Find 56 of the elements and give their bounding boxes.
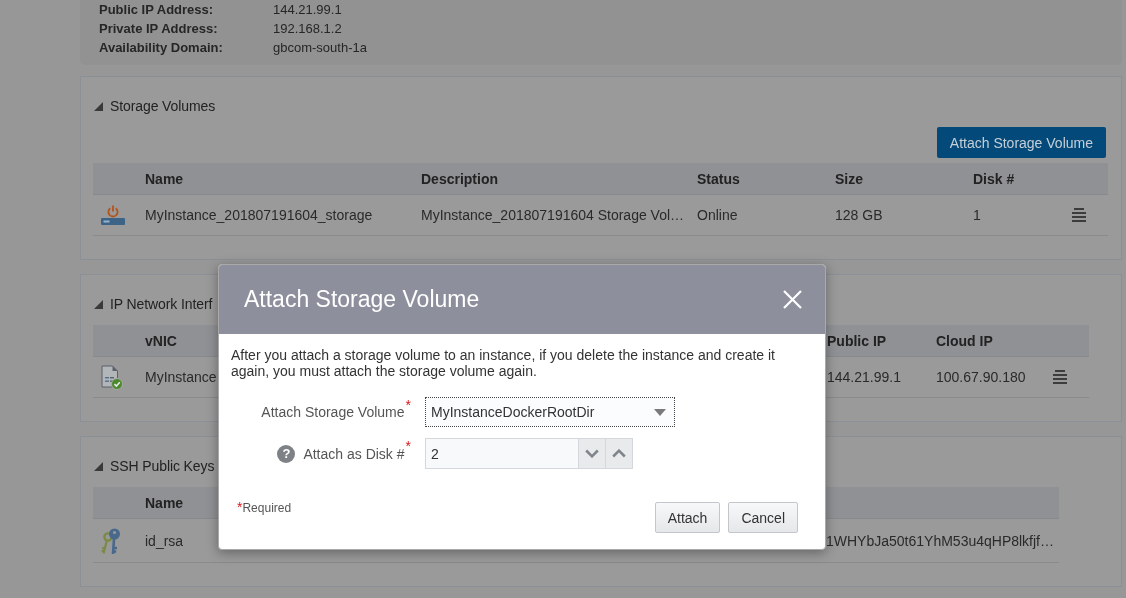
triangle-icon[interactable] — [94, 299, 103, 309]
table-cell: 1WHYbJa50t61YhM53u4qHP8lkfjf… — [826, 532, 1054, 549]
field-label: Private IP Address: — [99, 21, 218, 36]
chevron-up-icon[interactable] — [612, 449, 626, 458]
key-icon — [101, 526, 121, 555]
column-header: Description — [421, 170, 498, 187]
field-value: 192.168.1.2 — [273, 21, 342, 36]
column-header: vNIC — [145, 332, 177, 349]
table-cell: id_rsa — [145, 532, 184, 549]
increment-button[interactable] — [606, 438, 633, 469]
document-check-icon — [101, 364, 123, 390]
column-header: Public IP — [827, 332, 887, 349]
table-cell: 128 GB — [835, 207, 883, 223]
help-icon[interactable]: ? — [277, 444, 296, 463]
table-cell: 144.21.99.1 — [827, 369, 901, 385]
column-header: Status — [697, 170, 740, 187]
field-label: Attach Storage Volume — [261, 404, 405, 420]
field-label: Attach as Disk # — [303, 445, 405, 462]
section-toggle[interactable]: Storage Volumes — [93, 96, 216, 116]
field-label: Public IP Address: — [99, 2, 214, 17]
number-field[interactable]: 2 — [425, 438, 579, 469]
cancel-button[interactable]: Cancel — [728, 502, 798, 533]
required-note: Required — [242, 501, 292, 515]
close-icon[interactable] — [783, 290, 802, 309]
attach-button[interactable]: Attach — [654, 502, 721, 533]
section-toggle[interactable]: SSH Public Keys — [93, 456, 215, 476]
dropdown-field[interactable]: MyInstanceDockerRootDir — [425, 397, 675, 427]
section-toggle[interactable]: IP Network Interf — [93, 294, 213, 314]
caret-icon[interactable] — [654, 408, 666, 416]
menu-icon[interactable] — [1053, 370, 1067, 384]
decrement-button[interactable] — [579, 438, 606, 469]
attach-storage-volume-button[interactable]: Attach Storage Volume — [936, 127, 1106, 158]
dialog-description: After you attach a storage volume to an instance, if you delete the instance and create it again, you must attach the storage volume again. — [231, 347, 776, 379]
required-marker: * — [405, 399, 411, 411]
table-cell: 1 — [973, 207, 981, 223]
table-cell: 100.67.90.180 — [936, 369, 1026, 385]
field-label: Availability Domain: — [99, 40, 223, 55]
column-header: Size — [835, 170, 863, 187]
column-header: Name — [145, 170, 184, 187]
dialog-title: Attach Storage Volume — [244, 286, 480, 313]
table-cell: Online — [697, 207, 738, 223]
table-cell: MyInstance_201807191604_storage — [145, 207, 373, 223]
triangle-icon[interactable] — [94, 461, 103, 471]
table-cell: MyInstance_201807191604 Storage Vol… — [421, 207, 685, 223]
field-value: 144.21.99.1 — [273, 2, 342, 17]
table-cell: MyInstance — [145, 369, 217, 385]
column-header: Cloud IP — [936, 332, 993, 349]
field-value: gbcom-south-1a — [273, 40, 367, 55]
column-header: Name — [145, 494, 184, 511]
column-header: Disk # — [973, 170, 1015, 187]
required-marker: * — [237, 501, 243, 513]
chevron-down-icon[interactable] — [585, 449, 599, 458]
triangle-icon[interactable] — [94, 101, 103, 111]
disk-drive-icon — [101, 205, 125, 225]
required-marker: * — [405, 440, 411, 452]
menu-icon[interactable] — [1072, 208, 1086, 222]
